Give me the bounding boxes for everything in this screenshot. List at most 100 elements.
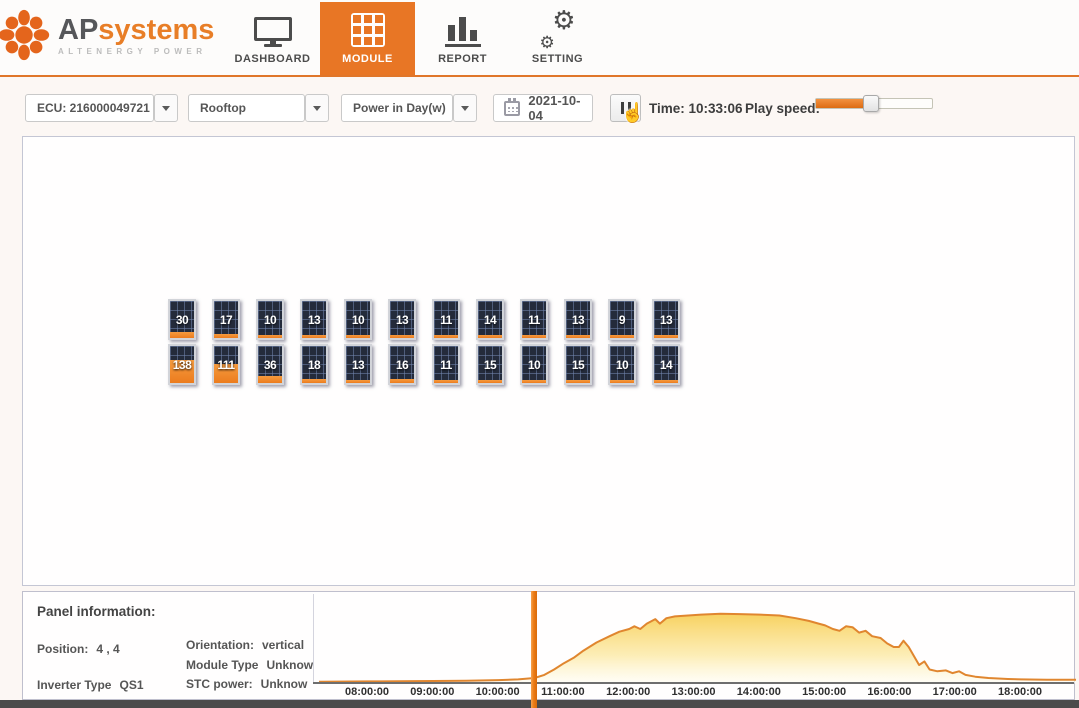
nav-item-dashboard[interactable]: DASHBOARD (225, 0, 320, 75)
playhead-marker[interactable] (531, 591, 537, 708)
module-panel[interactable]: 14 (652, 344, 680, 385)
nav-label: MODULE (342, 53, 393, 65)
panel-power-value: 15 (478, 346, 502, 383)
module-panel[interactable]: 138 (168, 344, 196, 385)
module-panel[interactable]: 17 (212, 299, 240, 340)
module-panel[interactable]: 11 (432, 299, 460, 340)
x-tick-label: 14:00:00 (737, 686, 781, 698)
x-tick-label: 18:00:00 (998, 686, 1042, 698)
apsystems-logo: APsystems ALTENERGY POWER (0, 2, 214, 68)
window-bottom-edge (0, 700, 1079, 708)
module-panel[interactable]: 14 (476, 299, 504, 340)
panel-power-value: 36 (258, 346, 282, 383)
panel-power-value: 138 (170, 346, 194, 383)
panel-power-value: 11 (434, 346, 458, 383)
panel-power-value: 30 (170, 301, 194, 338)
logo-brand-systems: systems (98, 14, 214, 46)
module-panel[interactable]: 36 (256, 344, 284, 385)
nav-label: DASHBOARD (235, 53, 311, 65)
module-panel[interactable]: 15 (476, 344, 504, 385)
x-tick-label: 15:00:00 (802, 686, 846, 698)
panel-information: Panel information: Position:4 , 4 Invert… (23, 592, 313, 699)
power-day-chart (314, 593, 1076, 683)
play-speed-thumb[interactable] (863, 95, 879, 112)
main-nav: DASHBOARD MODULE REPORT ⚙⚙ SETTING (225, 0, 605, 75)
panel-info-orientation: Orientation:vertical (186, 638, 304, 652)
chevron-down-icon (461, 106, 469, 111)
module-panel[interactable]: 11 (432, 344, 460, 385)
x-tick-label: 17:00:00 (933, 686, 977, 698)
ecu-select[interactable]: ECU: 216000049721 (25, 94, 154, 122)
x-tick-label: 08:00:00 (345, 686, 389, 698)
x-tick-label: 13:00:00 (671, 686, 715, 698)
nav-label: REPORT (438, 53, 487, 65)
module-panel[interactable]: 13 (300, 299, 328, 340)
x-tick-label: 09:00:00 (410, 686, 454, 698)
module-panel[interactable]: 18 (300, 344, 328, 385)
module-panel[interactable]: 10 (344, 299, 372, 340)
panel-info-inverter-type: Inverter TypeQS1 (37, 678, 144, 692)
panel-power-value: 9 (610, 301, 634, 338)
module-panel[interactable]: 15 (564, 344, 592, 385)
panel-power-value: 16 (390, 346, 414, 383)
x-tick-label: 16:00:00 (867, 686, 911, 698)
date-value: 2021-10-04 (528, 93, 592, 123)
panel-power-value: 10 (258, 301, 282, 338)
module-panel[interactable]: 10 (256, 299, 284, 340)
grid-icon (351, 13, 385, 47)
date-picker[interactable]: 2021-10-04 (493, 94, 593, 122)
panel-info-title: Panel information: (37, 604, 156, 619)
panel-power-value: 17 (214, 301, 238, 338)
panel-info-position: Position:4 , 4 (37, 642, 120, 656)
panel-power-value: 11 (522, 301, 546, 338)
panel-power-value: 15 (566, 346, 590, 383)
nav-item-report[interactable]: REPORT (415, 0, 510, 75)
module-panel[interactable]: 10 (520, 344, 548, 385)
app-header: APsystems ALTENERGY POWER DASHBOARD MODU… (0, 0, 1079, 77)
layout-select-arrow-button[interactable] (305, 94, 329, 122)
panel-power-value: 14 (654, 346, 678, 383)
sun-logo-icon (0, 5, 54, 65)
playback-time-label: Time: 10:33:06 (649, 94, 743, 122)
panel-power-value: 13 (346, 346, 370, 383)
ecu-select-arrow-button[interactable] (154, 94, 178, 122)
module-panel[interactable]: 9 (608, 299, 636, 340)
monitor-icon (254, 17, 292, 47)
panel-power-value: 13 (566, 301, 590, 338)
module-panel[interactable]: 11 (520, 299, 548, 340)
metric-select[interactable]: Power in Day(w) (341, 94, 453, 122)
metric-select-arrow-button[interactable] (453, 94, 477, 122)
bottom-panel: Panel information: Position:4 , 4 Invert… (22, 591, 1075, 700)
play-speed-slider[interactable] (815, 98, 933, 109)
module-panel[interactable]: 10 (608, 344, 636, 385)
x-tick-label: 10:00:00 (476, 686, 520, 698)
play-speed-label: Play speed: (745, 94, 820, 122)
ema-module-page: APsystems ALTENERGY POWER DASHBOARD MODU… (0, 0, 1079, 708)
nav-item-module[interactable]: MODULE (320, 2, 415, 75)
module-panel[interactable]: 13 (652, 299, 680, 340)
module-panel[interactable]: 13 (388, 299, 416, 340)
nav-item-setting[interactable]: ⚙⚙ SETTING (510, 0, 605, 75)
x-tick-label: 11:00:00 (541, 686, 584, 698)
panel-info-module-type: Module TypeUnknow (186, 658, 313, 672)
panel-power-value: 111 (214, 346, 238, 383)
panel-power-value: 13 (390, 301, 414, 338)
panel-power-value: 11 (434, 301, 458, 338)
nav-label: SETTING (532, 53, 583, 65)
layout-select[interactable]: Rooftop (188, 94, 305, 122)
module-panel[interactable]: 111 (212, 344, 240, 385)
module-panel[interactable]: 16 (388, 344, 416, 385)
chevron-down-icon (313, 106, 321, 111)
module-canvas: 3017101310131114111391313811136181316111… (22, 136, 1075, 586)
module-panel[interactable]: 13 (344, 344, 372, 385)
module-panel[interactable]: 13 (564, 299, 592, 340)
chart-x-axis (313, 682, 1074, 684)
module-row: 138 111 36 18 13 16 11 15 10 15 10 14 (168, 344, 680, 385)
module-panel[interactable]: 30 (168, 299, 196, 340)
chevron-down-icon (162, 106, 170, 111)
pause-button[interactable] (610, 94, 641, 122)
panel-power-value: 10 (610, 346, 634, 383)
bar-chart-icon (445, 17, 481, 47)
module-row: 30 17 10 13 10 13 11 14 11 13 9 13 (168, 299, 680, 340)
panel-power-value: 13 (654, 301, 678, 338)
